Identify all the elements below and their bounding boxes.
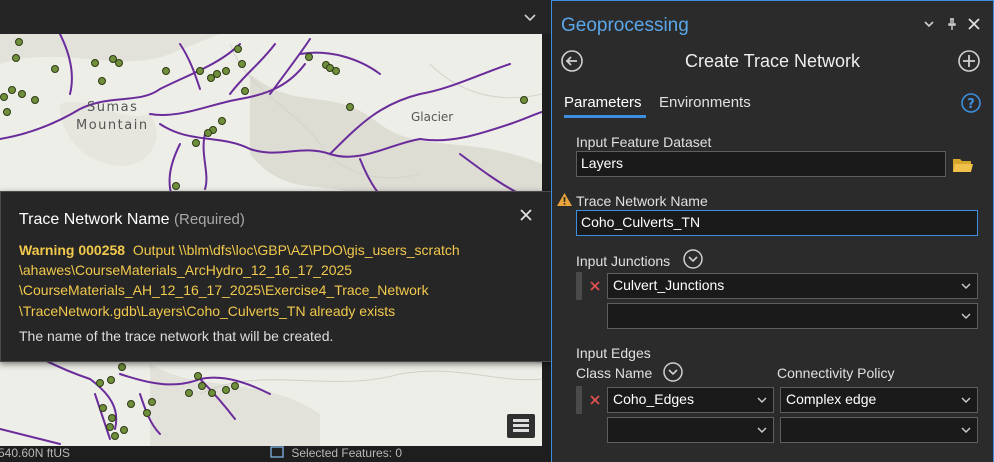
- pin-icon[interactable]: [945, 17, 959, 31]
- scale-readout: 540.60N ftUS: [0, 446, 71, 460]
- connectivity-policy-combo-1[interactable]: Complex edge: [780, 387, 978, 413]
- tooltip-title: Trace Network Name (Required): [19, 211, 245, 229]
- chevron-down-icon: [961, 283, 971, 289]
- remove-row-icon[interactable]: [590, 395, 600, 405]
- map-label-mountain: Mountain: [76, 118, 149, 133]
- chevron-down-icon: [961, 397, 971, 403]
- edge-class-combo-1[interactable]: Coho_Edges: [607, 387, 774, 413]
- input-junctions-label: Input Junctions: [576, 253, 671, 269]
- input-junction-value-1: Culvert_Junctions: [613, 277, 725, 293]
- warning-line-2: \ahawes\CourseMaterials_ArcHydro_12_16_1…: [19, 262, 353, 279]
- chevron-down-icon[interactable]: [522, 9, 538, 25]
- map-tab-strip: [0, 0, 551, 34]
- expand-junctions-icon[interactable]: [683, 249, 703, 269]
- trace-network-name-field[interactable]: Coho_Culverts_TN: [576, 210, 978, 236]
- warning-icon: [557, 193, 572, 206]
- warning-line-3: \CourseMaterials_AH_12_16_17_2025\Exerci…: [19, 282, 429, 299]
- svg-text:?: ?: [967, 97, 975, 112]
- chevron-down-icon: [961, 427, 971, 433]
- input-feature-dataset-label: Input Feature Dataset: [576, 134, 712, 150]
- close-icon[interactable]: [519, 208, 533, 222]
- selected-features-label: Selected Features: 0: [291, 446, 403, 460]
- edge-class-value-1: Coho_Edges: [613, 391, 694, 407]
- tooltip-description: The name of the trace network that will …: [19, 328, 334, 344]
- drag-handle[interactable]: [576, 386, 582, 414]
- input-junction-combo-1[interactable]: Culvert_Junctions: [607, 273, 978, 299]
- tooltip-title-text: Trace Network Name: [19, 211, 170, 228]
- chevron-down-icon: [757, 427, 767, 433]
- help-icon[interactable]: ?: [961, 93, 981, 113]
- add-icon[interactable]: [957, 49, 981, 73]
- edge-class-combo-2[interactable]: [607, 417, 774, 443]
- map-label-sumas: Sumas: [87, 100, 139, 115]
- class-name-label: Class Name: [576, 365, 653, 381]
- geoprocessing-pane: Geoprocessing Create Trace Network Param…: [551, 0, 994, 462]
- active-tab-indicator: [564, 115, 646, 118]
- connectivity-policy-label: Connectivity Policy: [777, 365, 895, 381]
- folder-icon[interactable]: [952, 156, 974, 174]
- warning-code: Warning 000258: [19, 242, 126, 258]
- warning-line-1: Output \\blm\dfs\loc\GBP\AZ\PDO\gis_user…: [132, 242, 460, 258]
- warning-line-4: \TraceNetwork.gdb\Layers\Coho_Culverts_T…: [19, 302, 396, 319]
- connectivity-policy-value-1: Complex edge: [786, 391, 877, 407]
- selected-features-status[interactable]: Selected Features: 0: [270, 446, 402, 460]
- input-edges-label: Input Edges: [576, 345, 651, 361]
- trace-network-name-label: Trace Network Name: [576, 193, 708, 209]
- connectivity-policy-combo-2[interactable]: [780, 417, 978, 443]
- status-bar: 540.60N ftUS Selected Features: 0: [0, 446, 551, 462]
- expand-edges-icon[interactable]: [663, 362, 683, 382]
- map-label-glacier: Glacier: [411, 110, 454, 124]
- layers-icon: [513, 419, 529, 432]
- pane-title: Geoprocessing: [561, 15, 689, 36]
- drag-handle[interactable]: [576, 272, 582, 300]
- tool-title: Create Trace Network: [684, 51, 861, 71]
- tooltip-warning: Warning 000258 Output \\blm\dfs\loc\GBP\…: [19, 240, 539, 321]
- tooltip-required: (Required): [174, 211, 245, 228]
- close-pane-icon[interactable]: [967, 17, 981, 31]
- map-tool-button[interactable]: [507, 414, 535, 438]
- remove-row-icon[interactable]: [590, 281, 600, 291]
- tab-environments[interactable]: Environments: [659, 94, 751, 111]
- tab-parameters[interactable]: Parameters: [564, 94, 642, 111]
- chevron-down-icon: [961, 313, 971, 319]
- input-feature-dataset-field[interactable]: Layers: [576, 151, 946, 177]
- input-junction-combo-2[interactable]: [607, 303, 978, 329]
- options-chevron-icon[interactable]: [922, 17, 936, 31]
- selection-icon: [270, 446, 284, 458]
- chevron-down-icon: [757, 397, 767, 403]
- parameter-tooltip: Trace Network Name (Required) Warning 00…: [0, 191, 552, 362]
